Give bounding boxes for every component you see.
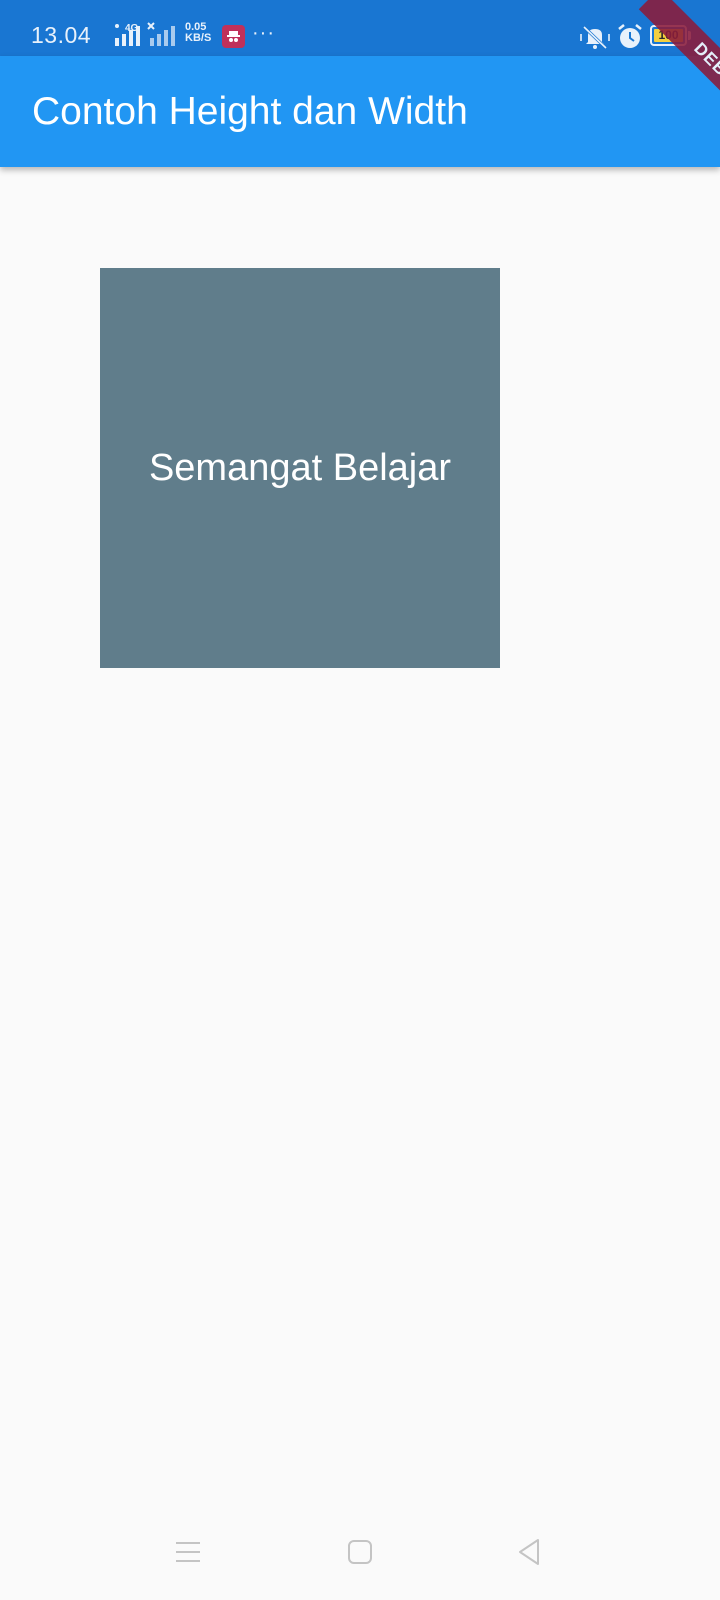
home-icon[interactable] (340, 1532, 380, 1572)
network-speed: 0.05 KB/S (185, 22, 211, 44)
menu-icon[interactable] (168, 1532, 208, 1572)
mute-vibrate-icon (580, 24, 610, 50)
network-type: 4G (125, 23, 139, 34)
box-text: Semangat Belajar (148, 446, 452, 489)
back-icon[interactable] (510, 1532, 550, 1572)
speed-unit: KB/S (185, 32, 212, 44)
app-notification-icon (222, 25, 245, 48)
signal-bars-icon (147, 22, 179, 48)
app-bar: Contoh Height dan Width (0, 56, 720, 167)
status-time: 13.04 (31, 22, 92, 48)
alarm-icon (617, 24, 645, 50)
more-icon: ··· (252, 22, 275, 44)
system-nav-bar (0, 1510, 720, 1600)
page-title: Contoh Height dan Width (32, 90, 468, 133)
status-bar: 13.04 4G 0.05 KB/S ··· (0, 0, 720, 56)
content-box: Semangat Belajar (100, 268, 500, 668)
